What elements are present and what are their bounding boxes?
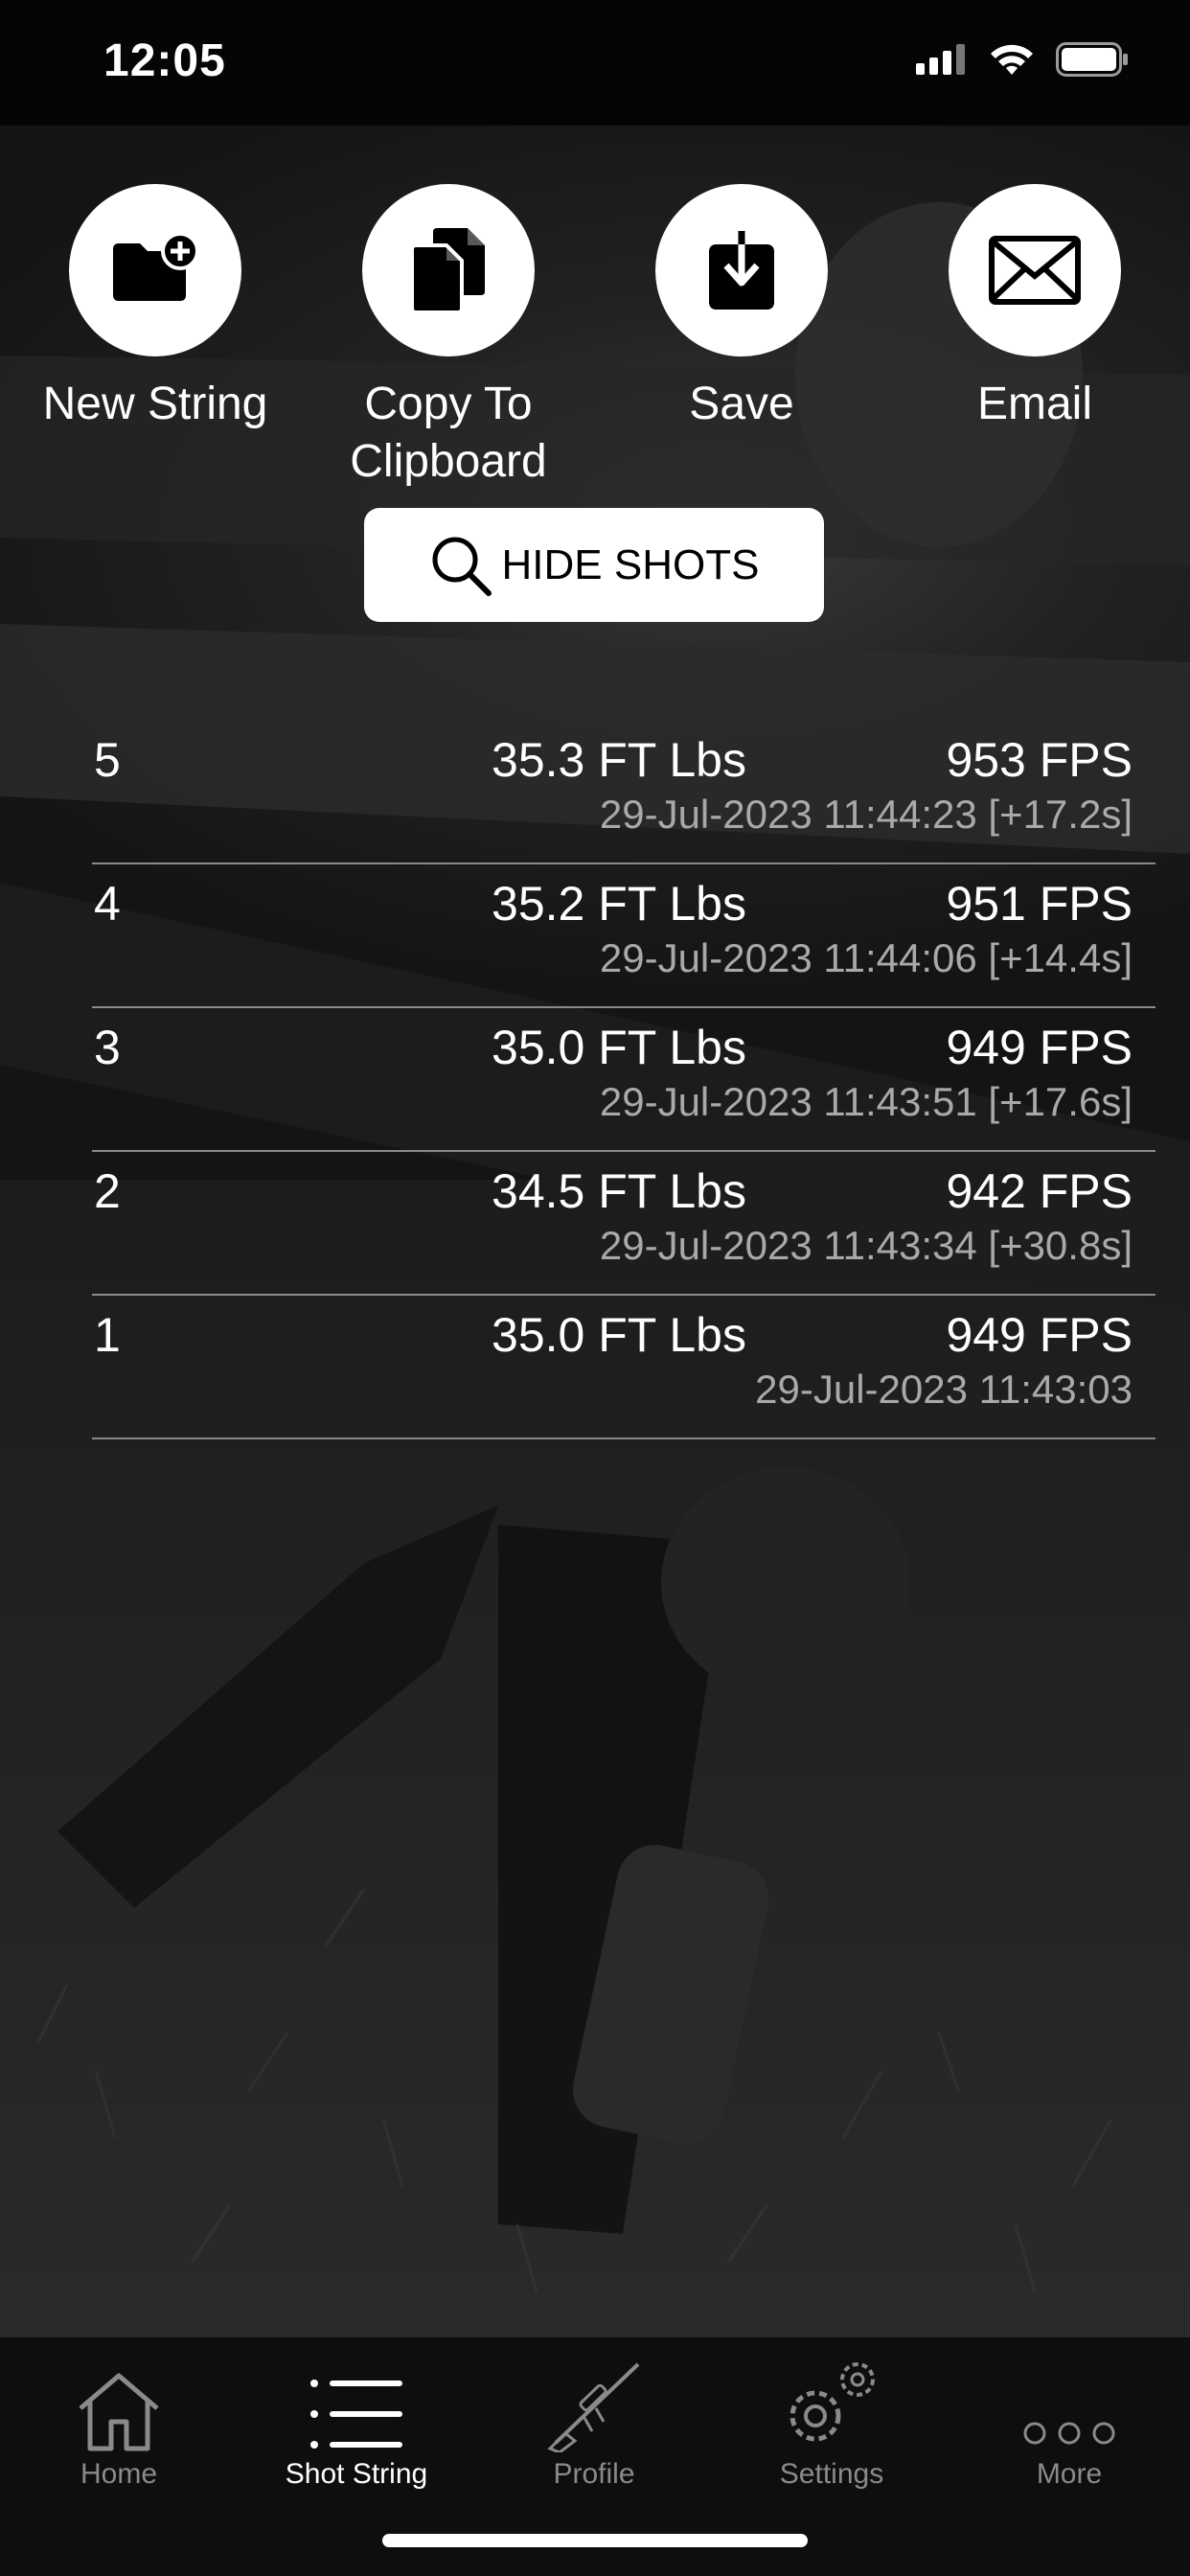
- tab-settings[interactable]: Settings: [713, 2337, 950, 2491]
- shot-energy: 35.0 FT Lbs: [492, 1308, 746, 1362]
- tab-home[interactable]: Home: [0, 2337, 238, 2491]
- new-string-circle[interactable]: [69, 184, 241, 356]
- more-dots-icon: [1023, 2422, 1115, 2445]
- email-circle[interactable]: [949, 184, 1121, 356]
- copy-to-clipboard-circle[interactable]: [362, 184, 535, 356]
- cellular-signal-icon: [916, 44, 965, 75]
- tab-profile[interactable]: Profile: [475, 2337, 713, 2491]
- tab-profile-icon-wrap: [475, 2337, 713, 2452]
- envelope-icon: [989, 236, 1081, 305]
- tab-more-icon-wrap: [950, 2337, 1188, 2452]
- hide-shots-label: HIDE SHOTS: [501, 540, 760, 588]
- shot-row[interactable]: 5 35.3 FT Lbs 953 FPS 29-Jul-2023 11:44:…: [92, 721, 1156, 864]
- copy-to-clipboard-button[interactable]: Copy To Clipboard: [305, 184, 592, 491]
- shot-number: 5: [94, 733, 121, 787]
- shot-row[interactable]: 2 34.5 FT Lbs 942 FPS 29-Jul-2023 11:43:…: [92, 1152, 1156, 1296]
- status-icons: [916, 42, 1129, 77]
- shot-timestamp: 29-Jul-2023 11:44:06 [+14.4s]: [599, 935, 1133, 980]
- shot-row[interactable]: 1 35.0 FT Lbs 949 FPS 29-Jul-2023 11:43:…: [92, 1296, 1156, 1439]
- rifle-icon: [547, 2362, 640, 2452]
- shots-list: 5 35.3 FT Lbs 953 FPS 29-Jul-2023 11:44:…: [92, 721, 1156, 1439]
- status-bar: 12:05: [0, 0, 1190, 126]
- home-indicator[interactable]: [382, 2534, 808, 2547]
- email-label: Email: [976, 379, 1093, 429]
- copy-documents-icon: [410, 228, 485, 314]
- tab-more[interactable]: More: [950, 2337, 1188, 2491]
- copy-to-clipboard-label: Copy To Clipboard: [350, 379, 547, 487]
- save-label: Save: [689, 379, 794, 429]
- magnifier-icon: [432, 537, 492, 596]
- save-button[interactable]: Save: [598, 184, 885, 433]
- shot-energy: 35.0 FT Lbs: [492, 1021, 746, 1074]
- hide-shots-button[interactable]: HIDE SHOTS: [364, 508, 824, 622]
- tab-home-icon-wrap: [0, 2337, 238, 2452]
- shot-timestamp: 29-Jul-2023 11:43:51 [+17.6s]: [599, 1079, 1133, 1124]
- new-string-label: New String: [42, 379, 268, 429]
- save-circle[interactable]: [655, 184, 828, 356]
- shot-energy: 34.5 FT Lbs: [492, 1164, 746, 1218]
- download-icon: [709, 231, 774, 310]
- shot-energy: 35.2 FT Lbs: [492, 877, 746, 931]
- shot-number: 2: [94, 1164, 121, 1218]
- action-bar: New String Copy To Clipboard Save Email: [0, 184, 1190, 491]
- email-button[interactable]: Email: [891, 184, 1179, 433]
- tab-label: Home: [80, 2458, 158, 2490]
- shot-number: 1: [94, 1308, 121, 1362]
- shot-timestamp: 29-Jul-2023 11:43:03: [755, 1367, 1133, 1412]
- tab-label: More: [1036, 2458, 1103, 2490]
- new-string-button[interactable]: New String: [11, 184, 299, 433]
- status-time: 12:05: [103, 35, 226, 86]
- tab-label: Profile: [553, 2458, 635, 2490]
- folder-plus-icon: [113, 232, 199, 301]
- shot-velocity: 949 FPS: [946, 1308, 1133, 1362]
- shot-row[interactable]: 3 35.0 FT Lbs 949 FPS 29-Jul-2023 11:43:…: [92, 1008, 1156, 1152]
- list-icon: [310, 2380, 402, 2449]
- tab-label: Settings: [779, 2458, 884, 2490]
- shot-timestamp: 29-Jul-2023 11:43:34 [+30.8s]: [599, 1223, 1133, 1268]
- shot-velocity: 949 FPS: [946, 1021, 1133, 1074]
- shot-row[interactable]: 4 35.2 FT Lbs 951 FPS 29-Jul-2023 11:44:…: [92, 864, 1156, 1008]
- shot-energy: 35.3 FT Lbs: [492, 733, 746, 787]
- shot-number: 3: [94, 1021, 121, 1074]
- tab-label: Shot String: [285, 2458, 428, 2490]
- home-icon: [79, 2373, 159, 2451]
- shot-velocity: 951 FPS: [946, 877, 1133, 931]
- tab-shot-string-icon-wrap: [238, 2337, 475, 2452]
- shot-velocity: 942 FPS: [946, 1164, 1133, 1218]
- tab-shot-string[interactable]: Shot String: [238, 2337, 475, 2491]
- shot-number: 4: [94, 877, 121, 931]
- wifi-icon: [991, 44, 1033, 75]
- shot-velocity: 953 FPS: [946, 733, 1133, 787]
- gears-icon: [790, 2362, 875, 2442]
- tab-settings-icon-wrap: [713, 2337, 950, 2452]
- shot-timestamp: 29-Jul-2023 11:44:23 [+17.2s]: [599, 792, 1133, 837]
- battery-icon: [1056, 42, 1128, 77]
